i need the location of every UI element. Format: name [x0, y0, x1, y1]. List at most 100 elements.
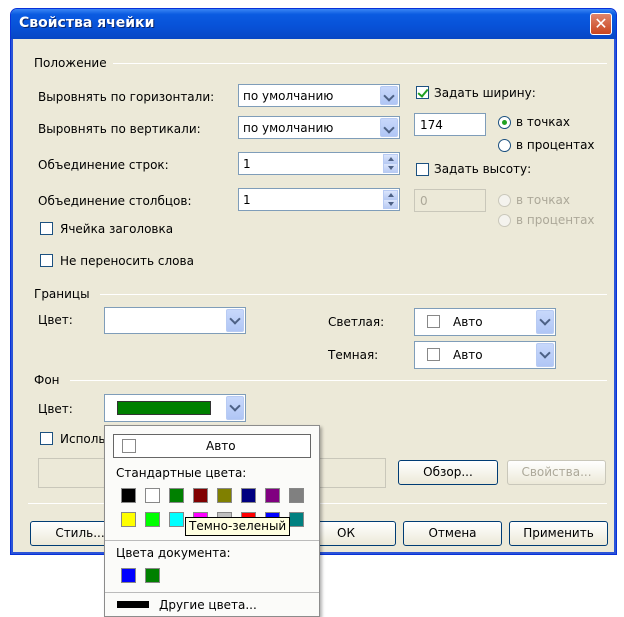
- width-points-radio[interactable]: [498, 116, 511, 129]
- ok-label: ОК: [337, 526, 355, 540]
- image-properties-button[interactable]: Свойства...: [507, 460, 606, 485]
- height-value: 0: [420, 194, 428, 208]
- light-border-value: Авто: [453, 315, 483, 329]
- height-points-radio[interactable]: [498, 194, 511, 207]
- dialog-title: Свойства ячейки: [19, 15, 155, 31]
- dark-border-label: Темная:: [328, 348, 379, 362]
- close-button[interactable]: ✕: [590, 13, 612, 35]
- color-swatch[interactable]: [121, 512, 136, 527]
- cancel-button[interactable]: Отмена: [403, 521, 502, 546]
- auto-swatch-icon: [427, 348, 440, 361]
- color-swatch[interactable]: [265, 488, 280, 503]
- more-colors-icon: [117, 601, 149, 608]
- title-bar[interactable]: Свойства ячейки ✕: [11, 9, 616, 39]
- row-span-value: 1: [243, 157, 251, 171]
- close-icon: ✕: [594, 14, 608, 33]
- color-swatch[interactable]: [289, 512, 304, 527]
- col-span-value: 1: [243, 193, 251, 207]
- chevron-down-icon[interactable]: [226, 396, 244, 420]
- nowrap-label: Не переносить слова: [60, 254, 194, 268]
- color-swatch[interactable]: [289, 488, 304, 503]
- background-group-title: Фон: [34, 373, 66, 387]
- use-image-label: Исполь: [60, 432, 106, 446]
- cancel-label: Отмена: [428, 526, 477, 540]
- spin-down-icon[interactable]: [383, 199, 398, 209]
- header-cell-label: Ячейка заголовка: [60, 222, 174, 236]
- col-span-stepper[interactable]: 1: [238, 188, 400, 211]
- auto-swatch-icon: [122, 439, 136, 453]
- background-color-label: Цвет:: [38, 402, 73, 416]
- light-border-select[interactable]: Авто: [414, 308, 556, 336]
- width-value: 174: [420, 118, 443, 132]
- chevron-down-icon[interactable]: [536, 343, 554, 367]
- background-group-divider: [70, 380, 607, 381]
- set-height-checkbox[interactable]: [416, 163, 429, 176]
- apply-button[interactable]: Применить: [509, 521, 608, 546]
- apply-label: Применить: [523, 526, 594, 540]
- set-width-checkbox[interactable]: [416, 86, 429, 99]
- color-swatch[interactable]: [169, 488, 184, 503]
- width-points-label: в точках: [516, 115, 571, 129]
- color-swatch[interactable]: [217, 488, 232, 503]
- chevron-down-icon[interactable]: [536, 310, 554, 334]
- row-span-label: Объединение строк:: [38, 158, 169, 172]
- color-tooltip: Темно-зеленый: [185, 517, 291, 536]
- auto-color-option[interactable]: Авто: [113, 434, 311, 458]
- menu-divider: [105, 592, 319, 593]
- document-colors-heading: Цвета документа:: [116, 546, 231, 560]
- use-image-checkbox[interactable]: [40, 432, 53, 445]
- h-align-select[interactable]: по умолчанию: [238, 84, 400, 107]
- selected-color-swatch: [117, 401, 211, 415]
- browse-label: Обзор...: [423, 465, 473, 479]
- chevron-down-icon[interactable]: [380, 86, 398, 105]
- set-height-label: Задать высоту:: [434, 162, 532, 176]
- dark-border-value: Авто: [453, 348, 483, 362]
- more-colors-option[interactable]: Другие цвета...: [113, 596, 313, 616]
- height-percent-label: в процентах: [516, 213, 595, 227]
- height-percent-radio[interactable]: [498, 214, 511, 227]
- col-span-label: Объединение столбцов:: [38, 194, 192, 208]
- spin-down-icon[interactable]: [383, 163, 398, 173]
- width-percent-label: в процентах: [516, 138, 595, 152]
- light-border-label: Светлая:: [328, 315, 385, 329]
- image-properties-label: Свойства...: [521, 465, 592, 479]
- v-align-label: Выровнять по вертикали:: [38, 122, 201, 136]
- document-color-swatch[interactable]: [145, 568, 160, 583]
- row-span-stepper[interactable]: 1: [238, 152, 400, 175]
- height-input[interactable]: 0: [414, 189, 486, 212]
- borders-group-title: Границы: [34, 287, 96, 301]
- border-color-label: Цвет:: [38, 313, 73, 327]
- color-swatch[interactable]: [121, 488, 136, 503]
- color-swatch[interactable]: [169, 512, 184, 527]
- h-align-value: по умолчанию: [243, 89, 334, 103]
- color-swatch[interactable]: [145, 488, 160, 503]
- document-color-swatch[interactable]: [121, 568, 136, 583]
- chevron-down-icon[interactable]: [380, 118, 398, 137]
- color-swatch[interactable]: [193, 488, 208, 503]
- header-cell-checkbox[interactable]: [40, 222, 53, 235]
- width-percent-radio[interactable]: [498, 139, 511, 152]
- v-align-select[interactable]: по умолчанию: [238, 116, 400, 139]
- nowrap-checkbox[interactable]: [40, 254, 53, 267]
- height-points-label: в точках: [516, 193, 571, 207]
- menu-divider: [105, 540, 319, 541]
- auto-color-label: Авто: [206, 439, 236, 453]
- set-width-label: Задать ширину:: [434, 86, 536, 100]
- v-align-value: по умолчанию: [243, 121, 334, 135]
- background-color-select[interactable]: [104, 394, 246, 422]
- dark-border-select[interactable]: Авто: [414, 341, 556, 369]
- more-colors-label: Другие цвета...: [159, 598, 257, 612]
- border-color-select[interactable]: [104, 307, 246, 334]
- style-label: Стиль...: [55, 526, 105, 540]
- h-align-label: Выровнять по горизонтали:: [38, 90, 215, 104]
- chevron-down-icon[interactable]: [226, 309, 244, 332]
- browse-button[interactable]: Обзор...: [398, 460, 498, 485]
- borders-group-divider: [100, 294, 607, 295]
- color-swatch[interactable]: [145, 512, 160, 527]
- position-group-title: Положение: [34, 56, 113, 70]
- standard-colors-heading: Стандартные цвета:: [116, 466, 247, 480]
- position-group-divider: [110, 63, 607, 64]
- auto-swatch-icon: [427, 315, 440, 328]
- color-swatch[interactable]: [241, 488, 256, 503]
- width-input[interactable]: 174: [414, 113, 486, 136]
